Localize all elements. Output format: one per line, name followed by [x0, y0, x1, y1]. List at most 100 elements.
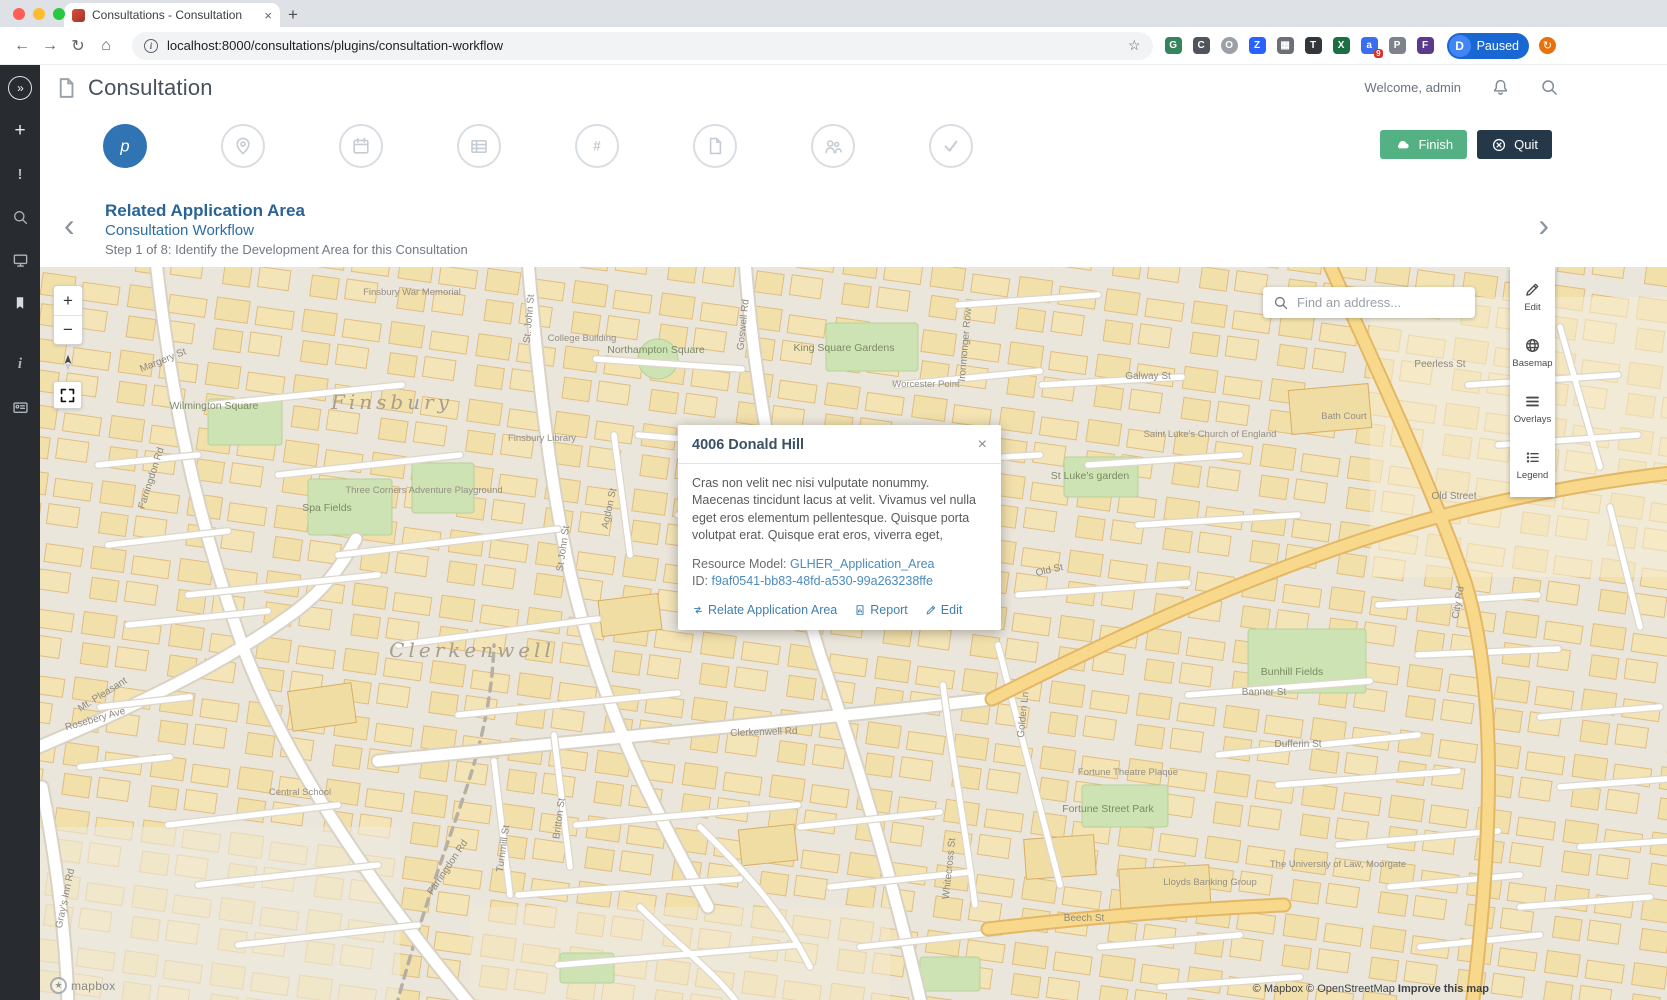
map-tool-overlays[interactable]: Overlays [1514, 393, 1551, 425]
script-pen-icon [114, 135, 136, 157]
map-tool-basemap[interactable]: Basemap [1512, 337, 1552, 369]
extension-icon-4[interactable]: Z [1249, 37, 1266, 54]
map-label: Clerkenwell Rd [730, 726, 798, 739]
extension-icon-10[interactable]: F [1417, 37, 1434, 54]
bookmark-star-icon[interactable]: ☆ [1128, 37, 1141, 54]
notifications-bell-icon[interactable] [1491, 78, 1510, 97]
window-controls [13, 8, 65, 20]
x-circle-icon [1491, 137, 1507, 153]
resource-model-link[interactable]: GLHER_Application_Area [790, 557, 935, 571]
extension-icon-7[interactable]: X [1333, 37, 1350, 54]
mapbox-logo[interactable]: ★ mapbox [50, 977, 116, 994]
profile-avatar: D [1449, 35, 1471, 57]
nav-card-item[interactable] [8, 395, 32, 419]
workflow-step-3[interactable] [339, 124, 383, 168]
edit-link[interactable]: Edit [925, 603, 963, 617]
site-info-icon[interactable]: i [144, 39, 158, 53]
layers-icon [1524, 393, 1541, 410]
map-label: College Building [548, 333, 617, 344]
browser-profile-chip[interactable]: D Paused [1447, 33, 1529, 59]
finish-button[interactable]: Finish [1380, 130, 1467, 159]
browser-toolbar: ← → ↻ ⌂ i localhost:8000/consultations/p… [0, 27, 1667, 65]
map-label: Beech St [1064, 913, 1105, 924]
mapbox-attribution-link[interactable]: © Mapbox [1253, 983, 1303, 995]
tool-label: Overlays [1514, 414, 1551, 425]
nav-notifications-item[interactable]: ! [8, 162, 32, 186]
forward-button[interactable]: → [36, 32, 64, 60]
map-feature-popup: 4006 Donald Hill × Cras non velit nec ni… [678, 425, 1001, 630]
map-container: Finsbury War MemorialSt. John StGoswell … [40, 267, 1667, 1000]
table-icon [469, 136, 489, 156]
workflow-step-5[interactable] [575, 124, 619, 168]
location-pin-icon [233, 136, 253, 156]
address-bar[interactable]: i localhost:8000/consultations/plugins/c… [132, 32, 1153, 60]
map-address-search[interactable] [1263, 287, 1475, 318]
map-canvas[interactable]: Finsbury War MemorialSt. John StGoswell … [40, 267, 1667, 1000]
window-close-button[interactable] [13, 8, 25, 20]
nav-bookmark-item[interactable] [8, 291, 32, 315]
extension-icon-5[interactable]: ▦ [1277, 37, 1294, 54]
tool-label: Basemap [1512, 358, 1552, 369]
people-icon [823, 136, 843, 156]
nav-desktop-item[interactable] [8, 248, 32, 272]
popup-close-icon[interactable]: × [978, 437, 987, 453]
workflow-step-4[interactable] [457, 124, 501, 168]
workflow-step-2[interactable] [221, 124, 265, 168]
map-zoom-control: + − [53, 285, 83, 345]
map-attribution: © Mapbox © OpenStreetMap Improve this ma… [1253, 983, 1489, 995]
zoom-extent-button[interactable] [53, 381, 82, 409]
finish-button-label: Finish [1418, 137, 1453, 152]
zoom-out-button[interactable]: − [54, 315, 82, 344]
map-label: Finsbury Library [508, 433, 576, 444]
map-label: Bath Court [1321, 411, 1367, 422]
legend-list-icon [1524, 449, 1541, 466]
map-tool-edit[interactable]: Edit [1524, 281, 1541, 313]
report-link[interactable]: Report [854, 603, 908, 617]
home-button[interactable]: ⌂ [92, 32, 120, 60]
workflow-step-6[interactable] [693, 124, 737, 168]
extension-icon-8[interactable]: a9 [1361, 37, 1378, 54]
map-label: Old Street [1431, 491, 1476, 502]
extension-icon-2[interactable]: C [1193, 37, 1210, 54]
reload-button[interactable]: ↻ [64, 32, 92, 60]
app-header: Consultation Welcome, admin [40, 65, 1667, 110]
osm-attribution-link[interactable]: © OpenStreetMap [1306, 983, 1395, 995]
extension-icon-6[interactable]: T [1305, 37, 1322, 54]
window-minimize-button[interactable] [33, 8, 45, 20]
window-zoom-button[interactable] [53, 8, 65, 20]
workflow-step-7[interactable] [811, 124, 855, 168]
app-side-nav: » + ! i [0, 65, 40, 1000]
zoom-in-button[interactable]: + [54, 286, 82, 315]
quit-button[interactable]: Quit [1477, 130, 1552, 159]
previous-step-chevron[interactable]: ‹ [64, 209, 75, 241]
browser-tab[interactable]: Consultations - Consultation × [64, 3, 280, 27]
popup-title: 4006 Donald Hill [692, 437, 804, 453]
relate-application-area-link[interactable]: Relate Application Area [692, 603, 837, 617]
address-search-input[interactable] [1297, 295, 1473, 310]
map-tool-legend[interactable]: Legend [1517, 449, 1549, 481]
new-tab-button[interactable]: + [280, 3, 306, 27]
back-button[interactable]: ← [8, 32, 36, 60]
nav-search-item[interactable] [8, 205, 32, 229]
workflow-step-8[interactable] [929, 124, 973, 168]
tab-close-icon[interactable]: × [264, 8, 272, 23]
popup-description: Cras non velit nec nisi vulputate nonumm… [692, 475, 987, 545]
header-search-icon[interactable] [1540, 78, 1559, 97]
extension-icon-9[interactable]: P [1389, 37, 1406, 54]
nav-info-item[interactable]: i [8, 352, 32, 376]
resource-id-link[interactable]: f9af0541-bb83-48fd-a530-99a263238ffe [711, 574, 933, 588]
extension-icon-1[interactable]: G [1165, 37, 1182, 54]
profile-status-label: Paused [1477, 39, 1519, 53]
workflow-step-1[interactable] [103, 124, 147, 168]
compass-button[interactable] [53, 349, 83, 377]
improve-map-link[interactable]: Improve this map [1398, 983, 1489, 995]
resource-model-label: Resource Model: [692, 557, 787, 571]
nav-add-button[interactable]: + [8, 119, 32, 143]
extension-icon-3[interactable]: O [1221, 37, 1238, 54]
map-label: Finsbury [330, 390, 453, 414]
browser-update-icon[interactable]: ↻ [1539, 37, 1556, 54]
nav-expand-button[interactable]: » [8, 76, 32, 100]
next-step-chevron[interactable]: › [1538, 209, 1549, 241]
mapbox-logo-icon: ★ [50, 977, 67, 994]
step-info-text: Step 1 of 8: Identify the Development Ar… [105, 242, 1667, 257]
